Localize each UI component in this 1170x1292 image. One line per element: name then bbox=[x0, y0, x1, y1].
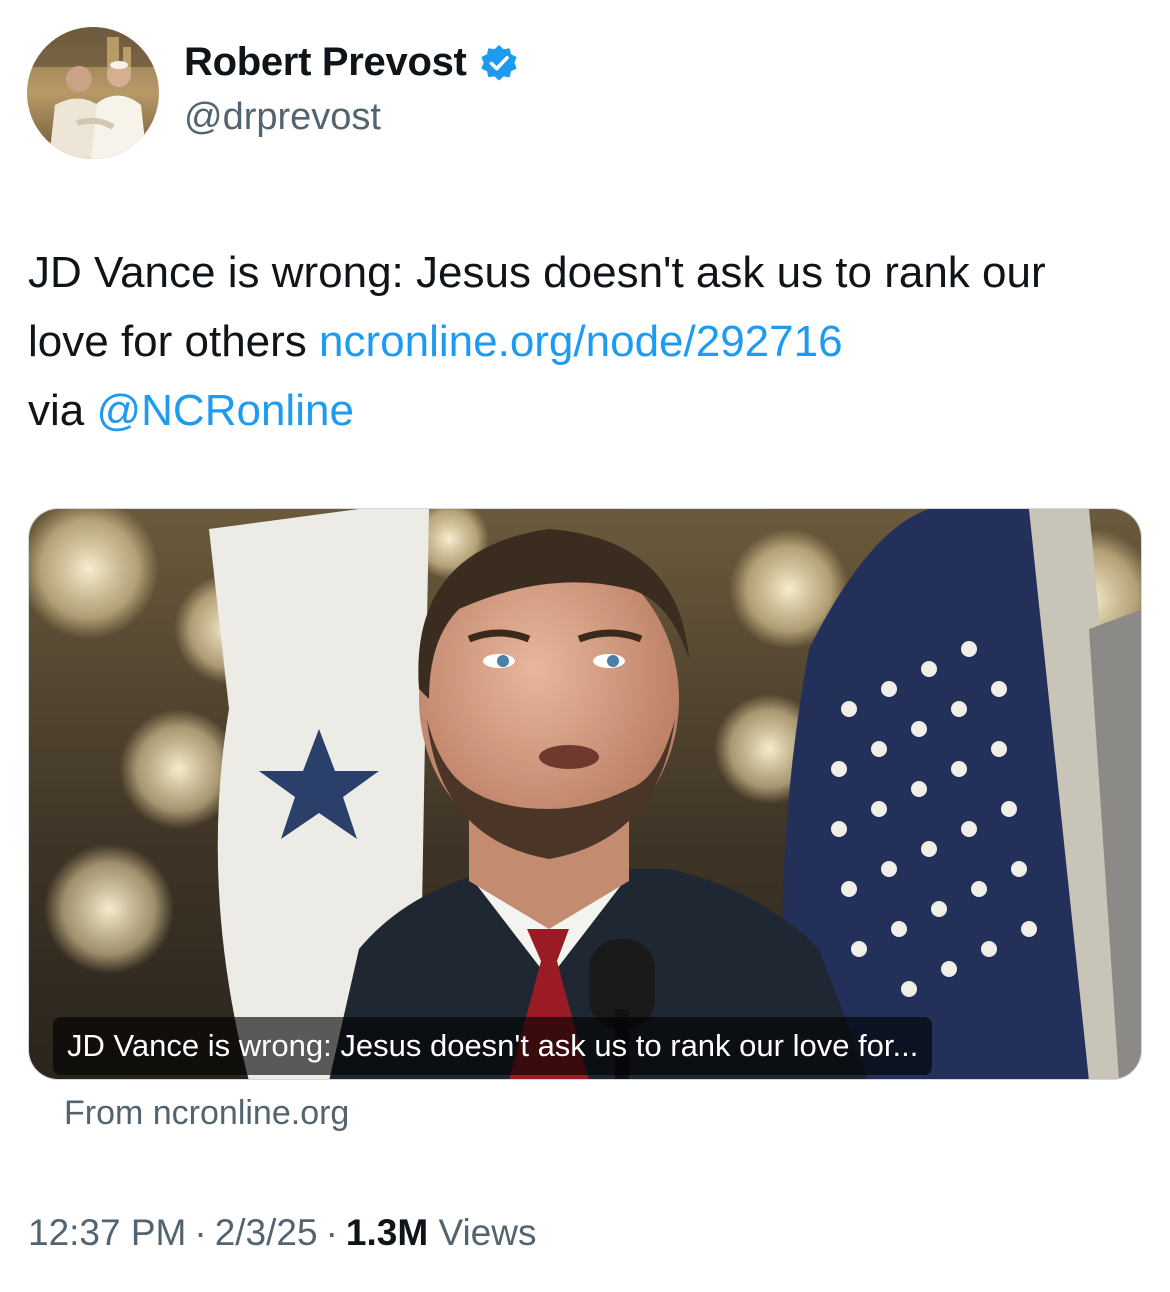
author-handle[interactable]: @drprevost bbox=[184, 96, 381, 139]
author-name-row[interactable]: Robert Prevost bbox=[184, 40, 519, 85]
author-avatar[interactable] bbox=[27, 27, 159, 159]
card-source[interactable]: From ncronline.org bbox=[64, 1094, 349, 1133]
card-image bbox=[29, 509, 1141, 1079]
verified-badge-icon bbox=[479, 43, 519, 83]
card-caption: JD Vance is wrong: Jesus doesn't ask us … bbox=[53, 1017, 933, 1075]
tweet-mention-link[interactable]: @NCRonline bbox=[96, 386, 353, 435]
tweet-date[interactable]: 2/3/25 bbox=[215, 1212, 318, 1253]
tweet-meta: 12:37 PM · 2/3/25 · 1.3M Views bbox=[28, 1212, 536, 1254]
tweet-via-text: via bbox=[28, 386, 97, 435]
meta-separator: · bbox=[325, 1212, 338, 1253]
author-display-name[interactable]: Robert Prevost bbox=[184, 40, 467, 85]
avatar-photo bbox=[27, 27, 159, 159]
tweet-link[interactable]: ncronline.org/node/292716 bbox=[319, 317, 843, 366]
link-preview-card[interactable]: JD Vance is wrong: Jesus doesn't ask us … bbox=[28, 508, 1142, 1080]
meta-separator: · bbox=[194, 1212, 207, 1253]
tweet-time[interactable]: 12:37 PM bbox=[28, 1212, 186, 1253]
tweet-text: JD Vance is wrong: Jesus doesn't ask us … bbox=[28, 238, 1138, 445]
views-label[interactable]: Views bbox=[438, 1212, 536, 1253]
views-count[interactable]: 1.3M bbox=[346, 1212, 428, 1253]
